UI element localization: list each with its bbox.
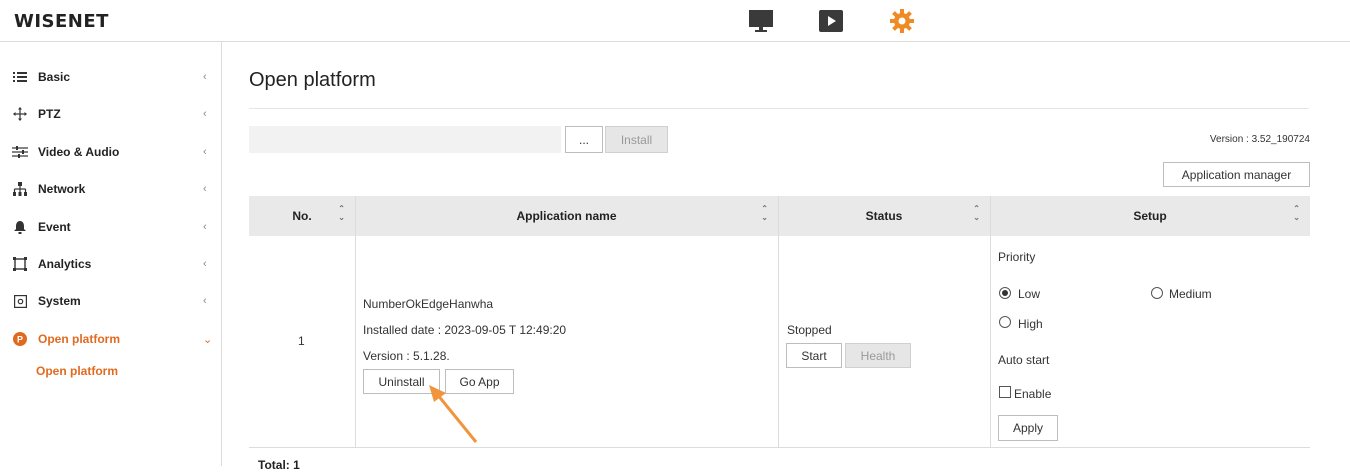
analytics-frame-icon: [12, 256, 28, 272]
column-header-label: Status: [865, 209, 903, 223]
firmware-version: Version : 3.52_190724: [1209, 134, 1310, 145]
sidebar-item-label: Network: [38, 182, 86, 196]
divider: [249, 108, 1309, 109]
chevron-left-icon: ‹: [203, 146, 207, 158]
sliders-icon: [12, 144, 28, 160]
sidebar: Basic ‹ PTZ ‹ Video & Audio ‹ Network ‹ …: [0, 42, 222, 466]
apply-button[interactable]: Apply: [998, 415, 1058, 441]
uninstall-button[interactable]: Uninstall: [363, 369, 440, 394]
sidebar-item-ptz[interactable]: PTZ ‹: [0, 99, 222, 129]
app-version: Version : 5.1.28.: [363, 349, 450, 363]
total-count: Total: 1: [258, 458, 300, 472]
applications-table: No. ⌃ ⌄ Application name ⌃ ⌄ Status ⌃ ⌄ Set…: [249, 196, 1310, 458]
app-name: NumberOkEdgeHanwha: [363, 297, 494, 311]
priority-label: Priority: [998, 250, 1036, 264]
status-text: Stopped: [787, 323, 832, 337]
bell-icon: [12, 219, 28, 235]
sidebar-item-label: Basic: [38, 70, 71, 84]
sort-icon[interactable]: ⌃ ⌄: [338, 204, 345, 222]
auto-start-label: Auto start: [998, 353, 1050, 367]
wisenet-logo: WISENET: [14, 11, 109, 32]
sort-icon[interactable]: ⌃ ⌄: [1293, 204, 1300, 222]
top-bar: WISENET: [0, 0, 1350, 42]
monitor-icon[interactable]: [748, 8, 774, 34]
chevron-left-icon: ‹: [203, 258, 207, 270]
chevron-left-icon: ‹: [203, 183, 207, 195]
sidebar-item-network[interactable]: Network ‹: [0, 174, 222, 204]
sidebar-item-label: Video & Audio: [38, 145, 120, 159]
table-header: No. ⌃ ⌄ Application name ⌃ ⌄ Status ⌃ ⌄ Set…: [249, 196, 1310, 236]
play-icon[interactable]: [818, 8, 844, 34]
priority-high-radio[interactable]: [999, 316, 1011, 328]
row-number: 1: [298, 334, 305, 348]
go-app-button[interactable]: Go App: [445, 369, 514, 394]
open-platform-icon: P: [12, 331, 28, 347]
svg-text:P: P: [17, 335, 23, 345]
sidebar-item-label: System: [38, 294, 81, 308]
column-header-label: Setup: [1133, 209, 1167, 223]
table-row: 1 NumberOkEdgeHanwha Installed date : 20…: [249, 236, 1310, 448]
system-icon: [12, 293, 28, 309]
sidebar-item-system[interactable]: System ‹: [0, 286, 222, 316]
sidebar-item-label: Event: [38, 220, 71, 234]
gear-icon[interactable]: [889, 8, 915, 34]
column-header-no[interactable]: No. ⌃ ⌄: [249, 196, 355, 236]
sidebar-item-label: Analytics: [38, 257, 92, 271]
sidebar-subitem-open-platform[interactable]: Open platform: [36, 364, 118, 378]
sidebar-item-open-platform[interactable]: P Open platform ⌄: [0, 324, 222, 354]
chevron-left-icon: ‹: [203, 221, 207, 233]
enable-label: Enable: [1014, 387, 1052, 401]
sidebar-item-label: PTZ: [38, 107, 61, 121]
priority-medium-label: Medium: [1169, 287, 1212, 301]
health-button[interactable]: Health: [845, 343, 911, 368]
sidebar-item-analytics[interactable]: Analytics ‹: [0, 249, 222, 279]
installed-date: Installed date : 2023-09-05 T 12:49:20: [363, 323, 567, 337]
network-icon: [12, 181, 28, 197]
start-button[interactable]: Start: [786, 343, 842, 368]
priority-medium-radio[interactable]: [1151, 287, 1163, 299]
enable-checkbox[interactable]: [999, 386, 1011, 398]
browse-button[interactable]: ...: [565, 126, 603, 153]
ptz-move-icon: [12, 106, 28, 122]
page-title: Open platform: [249, 69, 376, 91]
column-header-status[interactable]: Status ⌃ ⌄: [778, 196, 990, 236]
chevron-down-icon: ⌄: [203, 333, 213, 346]
sidebar-item-video-audio[interactable]: Video & Audio ‹: [0, 137, 222, 167]
sidebar-item-label: Open platform: [38, 332, 121, 346]
install-button[interactable]: Install: [605, 126, 668, 153]
sort-icon[interactable]: ⌃ ⌄: [973, 204, 980, 222]
column-header-label: Application name: [516, 209, 617, 223]
sidebar-item-event[interactable]: Event ‹: [0, 212, 222, 242]
list-icon: [12, 69, 28, 85]
file-path-field[interactable]: [249, 126, 561, 153]
priority-low-radio[interactable]: [999, 287, 1011, 299]
column-header-application-name[interactable]: Application name ⌃ ⌄: [355, 196, 778, 236]
sort-icon[interactable]: ⌃ ⌄: [761, 204, 768, 222]
chevron-left-icon: ‹: [203, 295, 207, 307]
application-manager-button[interactable]: Application manager: [1163, 162, 1310, 187]
priority-high-label: High: [1018, 317, 1043, 331]
chevron-left-icon: ‹: [203, 71, 207, 83]
sidebar-item-basic[interactable]: Basic ‹: [0, 62, 222, 92]
priority-low-label: Low: [1018, 287, 1041, 301]
column-header-setup[interactable]: Setup ⌃ ⌄: [990, 196, 1310, 236]
column-header-label: No.: [292, 209, 312, 223]
chevron-left-icon: ‹: [203, 108, 207, 120]
